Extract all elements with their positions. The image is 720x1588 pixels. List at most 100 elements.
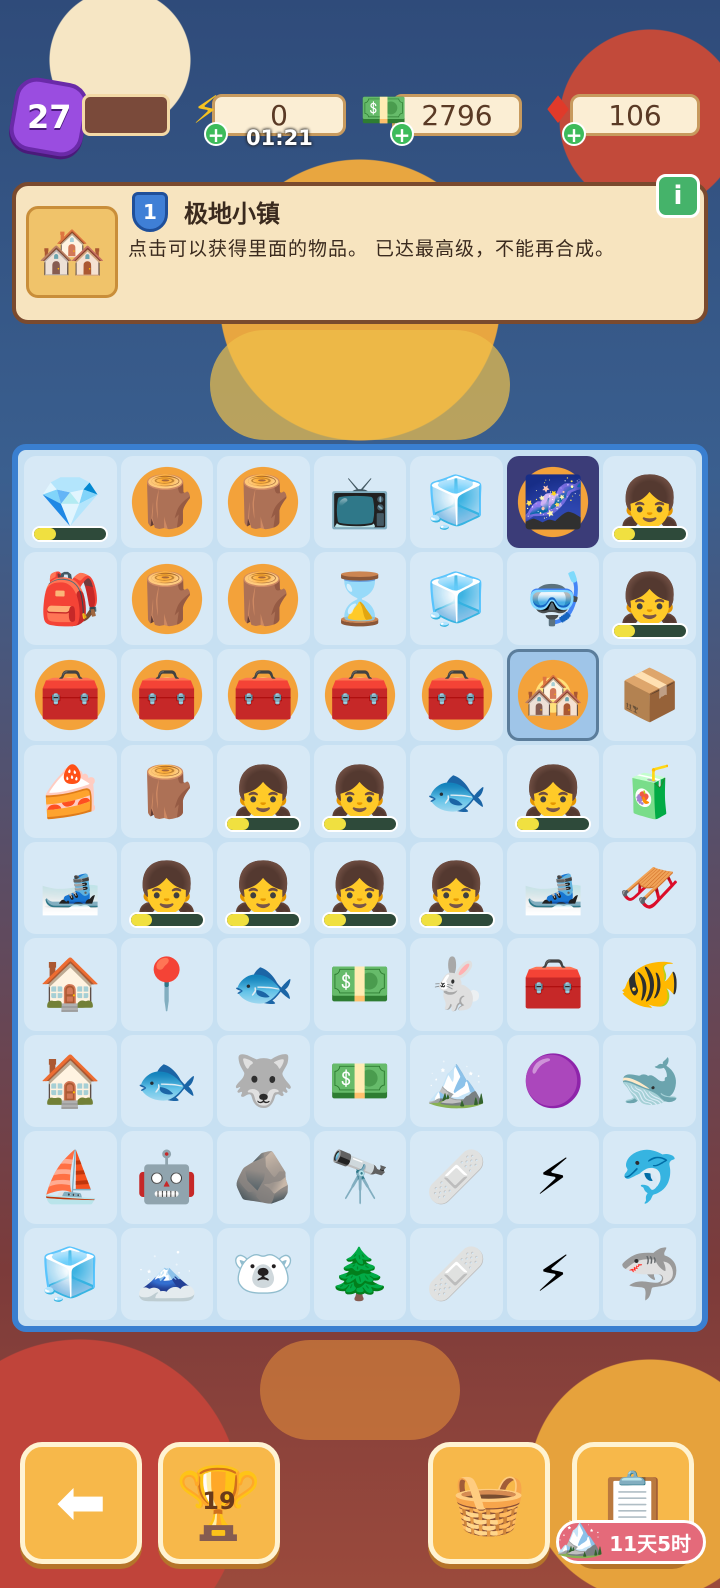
energy-ski-chest-icon[interactable]: 🧰 <box>415 654 498 737</box>
board-cell[interactable]: 👧 <box>603 456 696 549</box>
board-cell[interactable]: 🧊 <box>410 456 503 549</box>
juice-bottle-icon[interactable]: 🧃 <box>609 751 691 833</box>
ice-shard-icon[interactable]: 🧊 <box>416 558 498 640</box>
board-cell[interactable]: 🧃 <box>603 745 696 838</box>
board-cell[interactable]: 🏠 <box>24 938 117 1031</box>
snow-cabin-icon[interactable]: 🏠 <box>29 943 111 1025</box>
gingerbread-hut-icon[interactable]: 🏠 <box>29 1040 111 1122</box>
energy-log-pile-icon[interactable]: 🪵 <box>125 557 208 640</box>
snorkel-mask-icon[interactable]: 🤿 <box>512 558 594 640</box>
board-cell[interactable]: 🪵 <box>217 552 310 645</box>
energy-ski-chest-icon[interactable]: 🧰 <box>125 654 208 737</box>
board-cell[interactable]: 💵 <box>313 938 407 1031</box>
board-cell[interactable]: 🟣 <box>506 1034 600 1128</box>
board-cell[interactable]: 🤿 <box>506 552 600 645</box>
cash-stack-icon[interactable]: 💵 <box>319 943 401 1025</box>
board-cell[interactable]: 🪵 <box>217 456 310 549</box>
board-cell[interactable]: 🪵 <box>120 745 214 838</box>
board-cell[interactable]: 🪵 <box>120 456 214 549</box>
husky-sled-icon[interactable]: 🛷 <box>609 847 691 929</box>
ice-cube-icon[interactable]: 🧊 <box>416 461 498 543</box>
board-cell[interactable]: 🧰 <box>24 648 117 742</box>
board-cell[interactable]: 🧊 <box>410 552 503 645</box>
first-aid-kit-icon[interactable]: 🩹 <box>416 1136 498 1218</box>
energy-log-pile-icon[interactable]: 🪵 <box>125 461 208 544</box>
board-cell[interactable]: 🪵 <box>120 552 214 645</box>
ski-set-icon[interactable]: 🎿 <box>512 847 594 929</box>
board-cell[interactable]: 🤖 <box>120 1131 214 1224</box>
snow-plate-icon[interactable]: 🍰 <box>29 751 111 833</box>
board-cell[interactable]: 🏠 <box>24 1034 117 1128</box>
board-cell[interactable]: 👧 <box>410 841 503 935</box>
first-aid-kit-icon[interactable]: 🩹 <box>416 1233 498 1315</box>
board-cell[interactable]: 🐠 <box>603 938 696 1031</box>
energy-ski-chest-icon[interactable]: 🧰 <box>318 654 401 737</box>
basket-button[interactable]: 🧺 <box>428 1442 550 1564</box>
helper-robot-icon[interactable]: 🤖 <box>126 1136 208 1218</box>
level-badge[interactable]: 27 <box>6 74 92 160</box>
blue-fish-icon[interactable]: 🐟 <box>222 943 304 1025</box>
board-cell[interactable]: ⚡ <box>506 1131 600 1224</box>
binoculars-icon[interactable]: 🔭 <box>319 1136 401 1218</box>
board-cell[interactable]: 👧 <box>120 841 214 935</box>
back-button[interactable]: ⬅ <box>20 1442 142 1564</box>
board-cell[interactable]: 🐇 <box>410 938 503 1031</box>
polar-bear-icon[interactable]: 🐻‍❄️ <box>222 1233 304 1315</box>
small-fish-icon[interactable]: 🐟 <box>126 1040 208 1122</box>
energy-ski-chest-icon[interactable]: 🧰 <box>29 654 112 737</box>
board-cell[interactable]: 🧰 <box>410 648 503 742</box>
board-cell[interactable]: 💎 <box>24 456 117 549</box>
board-cell[interactable]: 🎿 <box>506 841 600 935</box>
cash-plus-button[interactable]: + <box>390 122 414 146</box>
energy-plus-button[interactable]: + <box>204 122 228 146</box>
ice-boat-icon[interactable]: ⛵ <box>29 1136 111 1218</box>
treasure-chest-icon[interactable]: 📦 <box>609 654 691 736</box>
ice-mountain-icon[interactable]: 🗻 <box>126 1233 208 1315</box>
snowy-hill-icon[interactable]: 🏔️ <box>416 1040 498 1122</box>
ice-blocks-icon[interactable]: 🧊 <box>29 1233 111 1315</box>
polar-town-icon[interactable]: 🏘️ <box>512 654 595 737</box>
frozen-tree-icon[interactable]: 🌲 <box>319 1233 401 1315</box>
board-cell[interactable]: 🩹 <box>410 1227 503 1320</box>
info-button[interactable]: i <box>656 174 700 218</box>
shark-icon[interactable]: 🦈 <box>609 1233 691 1315</box>
board-cell[interactable]: 🍰 <box>24 745 117 838</box>
board-cell[interactable]: 📦 <box>603 648 696 742</box>
gem-plus-button[interactable]: + <box>562 122 586 146</box>
board-cell[interactable]: 🧊 <box>24 1227 117 1320</box>
gem-counter[interactable]: 106 <box>570 94 700 136</box>
board-cell[interactable]: 👧 <box>603 552 696 645</box>
board-cell[interactable]: 🌲 <box>313 1227 407 1320</box>
aurora-energy-icon[interactable]: 🌌 <box>512 461 595 544</box>
energy-log-pile-icon[interactable]: 🪵 <box>222 557 305 640</box>
skis-icon[interactable]: 🎿 <box>29 847 111 929</box>
dolphin-icon[interactable]: 🐬 <box>609 1136 691 1218</box>
retro-tv-icon[interactable]: 📺 <box>319 461 401 543</box>
board-cell[interactable]: 💵 <box>313 1034 407 1128</box>
husky-icon[interactable]: 🐺 <box>222 1040 304 1122</box>
board-cell[interactable]: 🧰 <box>313 648 407 742</box>
map-tablet-icon[interactable]: 📍 <box>126 943 208 1025</box>
board-cell[interactable]: 👧 <box>313 841 407 935</box>
board-cell[interactable]: 👧 <box>217 841 310 935</box>
board-cell[interactable]: 🧰 <box>217 648 310 742</box>
board-cell[interactable]: 🐋 <box>603 1034 696 1128</box>
hourglass-icon[interactable]: ⌛ <box>319 558 401 640</box>
board-cell[interactable]: 🗻 <box>120 1227 214 1320</box>
green-backpack-icon[interactable]: 🎒 <box>29 558 111 640</box>
board-cell[interactable]: 🦈 <box>603 1227 696 1320</box>
energy-log-pile-icon[interactable]: 🪵 <box>222 461 305 544</box>
board-cell[interactable]: 🏔️ <box>410 1034 503 1128</box>
cash-pile-icon[interactable]: 💵 <box>319 1040 401 1122</box>
board-cell[interactable]: 👧 <box>217 745 310 838</box>
board-cell[interactable]: 🐬 <box>603 1131 696 1224</box>
board-cell[interactable]: 🐟 <box>217 938 310 1031</box>
board-cell[interactable]: ⚡ <box>506 1227 600 1320</box>
blue-fish-icon[interactable]: 🐟 <box>416 751 498 833</box>
board-cell[interactable]: 🎿 <box>24 841 117 935</box>
toolbox-icon[interactable]: 🧰 <box>512 943 594 1025</box>
energy-ski-chest-icon[interactable]: 🧰 <box>222 654 305 737</box>
wood-log-icon[interactable]: 🪵 <box>126 751 208 833</box>
swordfish-icon[interactable]: 🐠 <box>609 943 691 1025</box>
board-cell[interactable]: 🌌 <box>506 456 600 549</box>
